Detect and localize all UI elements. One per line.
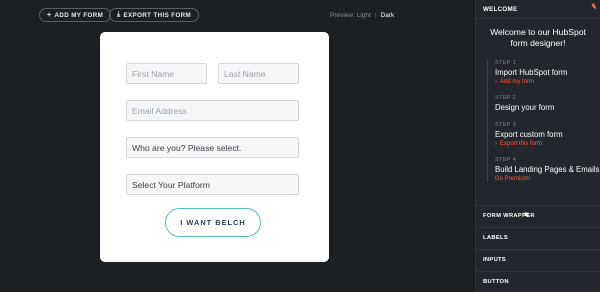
step-title: Import HubSpot form	[495, 68, 568, 77]
export-this-form-link-label: Export this form	[500, 141, 543, 147]
step-title: Design your form	[495, 103, 555, 112]
add-my-form-button[interactable]: + ADD MY FORM	[39, 8, 112, 22]
step-1: STEP 1 Import HubSpot form › Add my form	[488, 60, 600, 85]
welcome-text: Welcome to our HubSpot form designer!	[490, 27, 586, 48]
preview-dark-option[interactable]: Dark	[381, 12, 395, 19]
add-my-form-link[interactable]: › Add my form	[495, 79, 600, 85]
email-field[interactable]: Email Address	[126, 100, 299, 121]
add-my-form-link-label: Add my form	[500, 79, 535, 85]
form-wrapper-section[interactable]: FORM WRAPPER	[476, 205, 600, 226]
labels-section[interactable]: LABELS	[476, 227, 600, 248]
plus-icon: +	[47, 11, 52, 19]
step-number: STEP 2	[495, 95, 516, 101]
button-section[interactable]: BUTTON	[476, 271, 600, 292]
go-premium-link[interactable]: Go Premium!	[495, 176, 600, 182]
step-4: STEP 4 Build Landing Pages & Emails Go P…	[488, 157, 600, 182]
platform-select[interactable]: Select Your Platform	[126, 174, 299, 195]
pencil-icon[interactable]: ✎	[590, 3, 597, 12]
step-title: Build Landing Pages & Emails	[495, 165, 600, 174]
role-select[interactable]: Who are you? Please select.	[126, 137, 299, 158]
welcome-section-header[interactable]: WELCOME ✎	[476, 0, 600, 19]
chevron-right-icon: ›	[495, 79, 497, 85]
export-this-form-link[interactable]: › Export this form	[495, 141, 600, 147]
go-premium-link-label: Go Premium!	[495, 176, 531, 182]
download-icon: ⤓	[117, 11, 121, 18]
preview-light-option[interactable]: Preview: Light	[330, 12, 371, 19]
step-number: STEP 1	[495, 60, 516, 66]
submit-button[interactable]: I WANT BELCH	[165, 208, 261, 237]
preview-toggle: Preview: Light | Dark	[330, 12, 394, 19]
step-2: STEP 2 Design your form	[488, 95, 600, 112]
welcome-header-label: WELCOME	[483, 5, 518, 13]
chevron-right-icon: ›	[495, 141, 497, 147]
step-title: Export custom form	[495, 130, 563, 139]
pointer-cursor-icon: ☚	[522, 210, 530, 219]
step-number: STEP 3	[495, 122, 516, 128]
form-preview-card: First Name Last Name Email Address Who a…	[100, 32, 329, 262]
add-my-form-label: ADD MY FORM	[54, 11, 104, 19]
designer-panel: WELCOME ✎ Welcome to our HubSpot form de…	[475, 0, 600, 292]
preview-separator: |	[374, 12, 377, 19]
first-name-field[interactable]: First Name	[126, 63, 207, 84]
export-form-button[interactable]: ⤓ EXPORT THIS FORM	[109, 8, 200, 22]
step-3: STEP 3 Export custom form › Export this …	[488, 122, 600, 147]
inputs-section[interactable]: INPUTS	[476, 249, 600, 270]
step-number: STEP 4	[495, 157, 516, 163]
last-name-field[interactable]: Last Name	[218, 63, 299, 84]
export-form-label: EXPORT THIS FORM	[123, 11, 192, 19]
steps-list: STEP 1 Import HubSpot form › Add my form…	[487, 60, 600, 182]
